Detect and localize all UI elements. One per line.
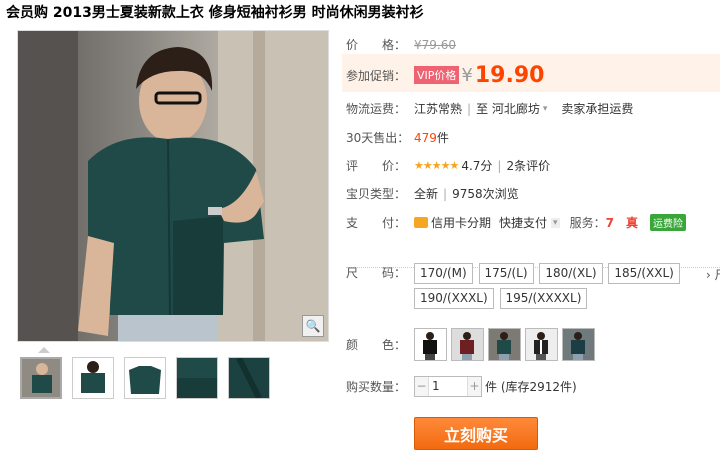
- color-option-dark-green[interactable]: [488, 328, 521, 361]
- product-title: 会员购 2013男士夏装新款上衣 修身短袖衬衫男 时尚休闲男装衬衫: [6, 5, 424, 21]
- payment-row: 支 付： 信用卡分期 快捷支付 ▾ 服务： 7 真 运费险: [346, 214, 686, 231]
- thumbnail[interactable]: [228, 357, 270, 399]
- divider: |: [497, 158, 502, 173]
- item-type-label: 宝贝类型：: [346, 187, 407, 201]
- payment-label: 支 付：: [346, 216, 407, 230]
- sold-unit: 件: [436, 131, 449, 145]
- rating-stars-icon: ★★★★★: [414, 159, 459, 172]
- quantity-input[interactable]: 1: [428, 377, 468, 396]
- shipping-note: 卖家承担运费: [561, 102, 634, 116]
- color-row: 颜 色：: [346, 328, 599, 361]
- divider: |: [443, 186, 448, 201]
- shipping-row: 物流运费： 江苏常熟 | 至 河北廊坊 ▾ 卖家承担运费: [346, 100, 633, 117]
- color-option-black[interactable]: [414, 328, 447, 361]
- shipping-destination[interactable]: 至 河北廊坊: [476, 100, 540, 117]
- size-option-xxxxl[interactable]: 195/(XXXXL): [499, 288, 588, 309]
- promo-price: 19.90: [474, 62, 545, 88]
- color-label: 颜 色：: [346, 338, 407, 352]
- size-option-m[interactable]: 170/(M): [414, 263, 473, 284]
- shipping-insurance-badge: 运费险: [649, 214, 686, 231]
- thumbnail[interactable]: [72, 357, 114, 399]
- thumbnail[interactable]: [20, 357, 62, 399]
- thumbnail-strip: [20, 357, 270, 399]
- seven-day-return-icon: 7: [605, 215, 614, 230]
- genuine-guarantee-icon: 真: [625, 216, 638, 230]
- rating-label: 评 价：: [346, 159, 407, 173]
- size-option-xl[interactable]: 180/(XL): [539, 263, 603, 284]
- thumbnail[interactable]: [124, 357, 166, 399]
- thumb-pointer: [38, 347, 50, 353]
- service-label: 服务：: [569, 216, 606, 230]
- shipping-from: 江苏常熟: [414, 102, 463, 116]
- stock-info: 件 (库存2912件): [485, 380, 577, 394]
- original-price: ¥79.60: [414, 37, 456, 52]
- vip-badge: VIP价格: [414, 66, 460, 84]
- chevron-down-icon[interactable]: ▾: [543, 104, 548, 114]
- rating-row: 评 价： ★★★★★ 4.7分 | 2条评价: [346, 157, 550, 174]
- buy-now-button[interactable]: 立刻购买: [414, 417, 538, 450]
- sold-row: 30天售出： 479 件: [346, 129, 449, 146]
- quantity-label: 购买数量：: [346, 380, 407, 394]
- review-count-link[interactable]: 2条评价: [506, 157, 550, 174]
- price-label: 价 格：: [346, 38, 407, 52]
- item-condition: 全新: [414, 187, 439, 201]
- size-label: 尺 码：: [346, 266, 407, 280]
- view-count: 9758次浏览: [452, 187, 519, 201]
- shipping-label: 物流运费：: [346, 102, 407, 116]
- color-option-teal[interactable]: [562, 328, 595, 361]
- promo-row: 参加促销： VIP价格 ¥ 19.90: [346, 60, 544, 90]
- divider: |: [467, 101, 472, 116]
- quick-pay-option[interactable]: 快捷支付: [499, 214, 547, 231]
- size-more[interactable]: › 尺: [706, 266, 720, 283]
- color-option-black-white[interactable]: [525, 328, 558, 361]
- quantity-stepper: − 1 +: [414, 376, 482, 397]
- product-main-image[interactable]: 🔍: [17, 30, 329, 342]
- sold-count: 479: [414, 130, 437, 145]
- size-label-row: 尺 码：: [346, 264, 414, 281]
- size-option-l[interactable]: 175/(L): [478, 263, 534, 284]
- thumbnail[interactable]: [176, 357, 218, 399]
- size-option-xxxl[interactable]: 190/(XXXL): [414, 288, 494, 309]
- promo-label: 参加促销：: [346, 68, 407, 83]
- zoom-icon[interactable]: 🔍: [302, 315, 324, 337]
- currency-symbol: ¥: [461, 64, 473, 86]
- installment-option[interactable]: 信用卡分期: [431, 214, 491, 231]
- quantity-row: 购买数量： − 1 + 件 (库存2912件): [346, 376, 577, 397]
- chevron-down-icon[interactable]: ▾: [551, 217, 560, 228]
- item-type-row: 宝贝类型： 全新 | 9758次浏览: [346, 185, 519, 202]
- decrease-button[interactable]: −: [415, 377, 428, 396]
- increase-button[interactable]: +: [468, 377, 481, 396]
- sold-label: 30天售出：: [346, 131, 410, 145]
- price-row: 价 格： ¥79.60: [346, 36, 456, 53]
- rating-score: 4.7分: [461, 159, 493, 173]
- credit-card-icon: [414, 217, 428, 228]
- color-option-wine[interactable]: [451, 328, 484, 361]
- size-option-xxl[interactable]: 185/(XXL): [608, 263, 680, 284]
- size-options: 170/(M) 175/(L) 180/(XL) 185/(XXL) 190/(…: [414, 263, 720, 313]
- model-photo: [18, 31, 328, 341]
